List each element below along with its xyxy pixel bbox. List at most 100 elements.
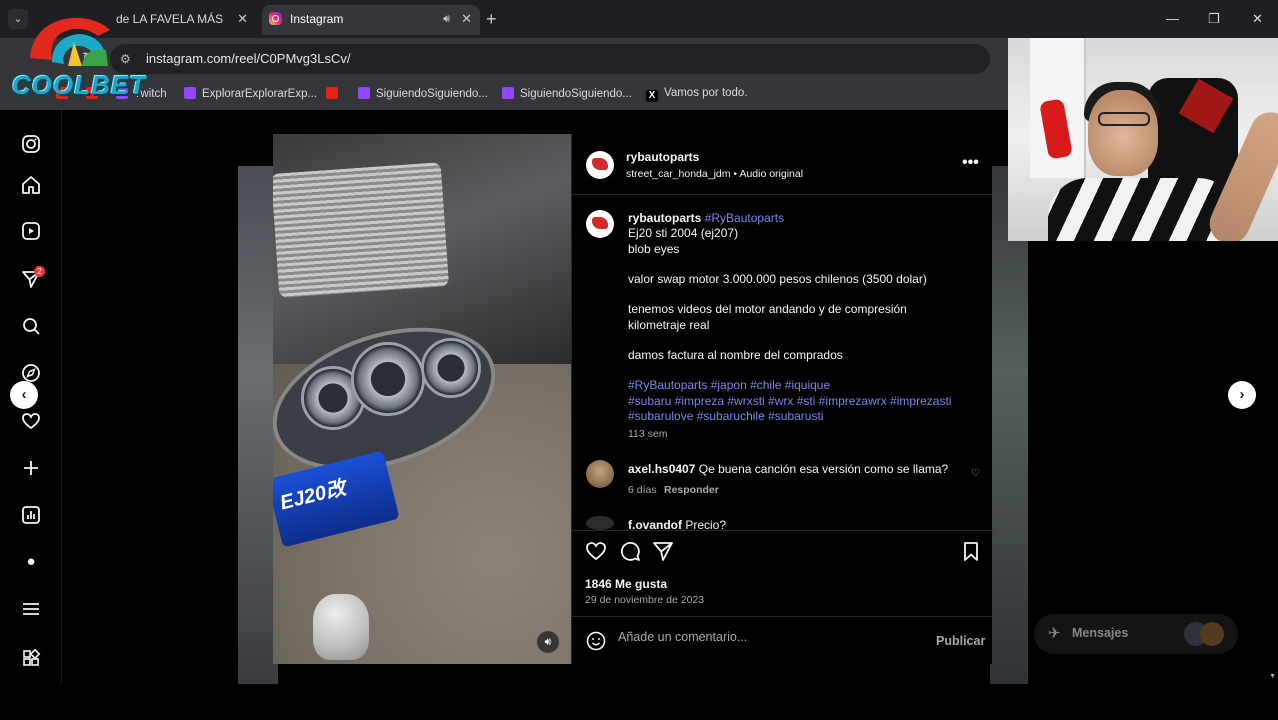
caption-avatar[interactable] bbox=[586, 210, 614, 238]
gauge-image bbox=[351, 342, 425, 416]
caption-tag[interactable]: #RyBautoparts bbox=[705, 211, 784, 225]
author-avatar[interactable] bbox=[586, 151, 614, 179]
share-icon[interactable] bbox=[652, 540, 674, 562]
commenter-avatar[interactable] bbox=[586, 460, 614, 488]
url-text[interactable]: instagram.com/reel/C0PMvg3LsCv/ bbox=[146, 51, 350, 66]
likes-count[interactable]: 1846 Me gusta bbox=[585, 577, 667, 591]
engine-label: EJ20改 bbox=[277, 477, 349, 515]
messages-button[interactable]: ✈ Mensajes bbox=[1034, 614, 1238, 654]
reels-icon[interactable] bbox=[20, 220, 42, 242]
post-panel: rybautoparts street_car_honda_jdm • Audi… bbox=[571, 134, 993, 664]
minimize-icon[interactable]: — bbox=[1166, 9, 1179, 29]
caption-hashtags[interactable]: #subaru #impreza #wrxsti #wrx #sti #impr… bbox=[628, 394, 951, 408]
comment: axel.hs0407 Qe buena canción esa versión… bbox=[628, 462, 948, 476]
intercooler-image bbox=[273, 162, 450, 298]
next-reel-button[interactable]: › bbox=[1228, 381, 1256, 409]
sound-icon[interactable]: 🔊︎ bbox=[537, 631, 559, 653]
comment-username[interactable]: axel.hs0407 bbox=[628, 462, 695, 476]
more-options-icon[interactable]: ••• bbox=[962, 154, 979, 172]
scroll-down-icon[interactable]: ▼ bbox=[1269, 673, 1276, 680]
address-bar-row: ⚙ instagram.com/reel/C0PMvg3LsCv/ bbox=[0, 38, 1008, 80]
webcam-overlay bbox=[1008, 38, 1278, 241]
menu-icon[interactable] bbox=[20, 598, 42, 620]
x-icon: X bbox=[646, 90, 658, 102]
caption-line: Ej20 sti 2004 (ej207) bbox=[628, 226, 739, 240]
audio-separator: • bbox=[733, 168, 738, 180]
like-comment-icon[interactable]: ♡ bbox=[971, 468, 980, 479]
twitch-icon bbox=[502, 87, 514, 99]
twitch-icon bbox=[358, 87, 370, 99]
caption-line: kilometraje real bbox=[628, 318, 710, 332]
logo-graphic bbox=[30, 17, 110, 66]
youtube-bookmark[interactable] bbox=[326, 87, 344, 100]
avatar bbox=[1200, 622, 1224, 646]
background-reel-right bbox=[990, 166, 1028, 684]
audio-info: street_car_honda_jdm • Audio original bbox=[626, 168, 803, 180]
more-icon[interactable] bbox=[20, 647, 42, 669]
bookmark-siguiendo-2[interactable]: SiguiendoSiguiendo... bbox=[502, 87, 632, 100]
close-tab-icon[interactable]: ✕ bbox=[237, 5, 248, 33]
bookmark-siguiendo-1[interactable]: SiguiendoSiguiendo... bbox=[358, 87, 488, 100]
glasses-image bbox=[1098, 112, 1150, 126]
bookmark-x[interactable]: X Vamos por todo. bbox=[646, 87, 748, 102]
emoji-icon[interactable] bbox=[585, 630, 607, 652]
close-tab-icon[interactable]: ✕ bbox=[461, 5, 472, 33]
notifications-icon[interactable] bbox=[20, 410, 42, 432]
face-image bbox=[1088, 90, 1158, 176]
search-icon[interactable] bbox=[20, 315, 42, 337]
home-icon[interactable] bbox=[20, 174, 42, 196]
instagram-logo-icon[interactable] bbox=[20, 133, 42, 155]
notification-badge: 2 bbox=[34, 266, 45, 277]
restore-icon[interactable]: ❐ bbox=[1208, 9, 1220, 29]
previous-reel-button[interactable]: ‹ bbox=[10, 381, 38, 409]
tab-instagram[interactable]: Instagram 🔊︎ ✕ bbox=[262, 5, 480, 35]
bookmark-explorar[interactable]: ExplorarExplorarExp... bbox=[184, 87, 317, 100]
audio-label[interactable]: Audio original bbox=[739, 168, 803, 180]
new-tab-button[interactable]: + bbox=[486, 9, 497, 29]
logo-text: COOLBET bbox=[12, 70, 147, 100]
divider bbox=[572, 530, 993, 531]
comment-time: 6 días bbox=[628, 484, 657, 496]
profile-icon[interactable]: ● bbox=[20, 551, 42, 573]
shoe-image bbox=[313, 594, 369, 660]
tab-title: Instagram bbox=[290, 12, 344, 26]
comment-icon[interactable] bbox=[619, 540, 641, 562]
save-icon[interactable] bbox=[960, 540, 982, 562]
caption-author[interactable]: rybautoparts bbox=[628, 211, 701, 225]
shirt-image bbox=[1048, 178, 1238, 241]
caption-line: damos factura al nombre del comprados bbox=[628, 348, 843, 362]
reel-video[interactable]: EJ20改 🔊︎ bbox=[273, 134, 571, 664]
divider bbox=[572, 616, 993, 617]
bookmark-label: Vamos por todo. bbox=[664, 87, 748, 99]
messages-label: Mensajes bbox=[1072, 626, 1129, 640]
bottom-strip bbox=[0, 684, 1278, 720]
caption-time: 113 sem bbox=[628, 428, 668, 440]
caption-line: blob eyes bbox=[628, 242, 680, 256]
author-username[interactable]: rybautoparts bbox=[626, 150, 699, 164]
post-date: 29 de noviembre de 2023 bbox=[585, 594, 705, 606]
divider bbox=[572, 194, 993, 195]
commenter-avatar[interactable] bbox=[586, 516, 614, 530]
instagram-favicon-icon bbox=[269, 12, 282, 25]
speaker-icon[interactable]: 🔊︎ bbox=[443, 5, 450, 33]
background-reel-left bbox=[238, 166, 278, 684]
like-icon[interactable] bbox=[585, 540, 607, 562]
create-icon[interactable] bbox=[20, 457, 42, 479]
reply-button[interactable]: Responder bbox=[664, 484, 719, 496]
caption-line: tenemos videos del motor andando y de co… bbox=[628, 302, 907, 316]
audio-account[interactable]: street_car_honda_jdm bbox=[626, 168, 730, 180]
dashboard-icon[interactable] bbox=[20, 504, 42, 526]
caption-hashtags[interactable]: #RyBautoparts #japon #chile #iquique bbox=[628, 378, 830, 392]
direct-icon: ✈ bbox=[1048, 625, 1061, 642]
coolbet-logo: COOLBET bbox=[8, 6, 145, 102]
caption-header: rybautoparts #RyBautoparts bbox=[628, 211, 784, 225]
comment-text: Qe buena canción esa versión como se lla… bbox=[698, 462, 949, 476]
caption-hashtags[interactable]: #subarulove #subaruchile #subarusti bbox=[628, 409, 823, 423]
publish-button[interactable]: Publicar bbox=[936, 634, 985, 648]
omnibox[interactable]: ⚙ instagram.com/reel/C0PMvg3LsCv/ bbox=[110, 44, 990, 74]
twitch-icon bbox=[184, 87, 196, 99]
comment-input[interactable] bbox=[618, 630, 918, 644]
youtube-icon bbox=[326, 87, 338, 99]
bookmarks-bar: Twitch ExplorarExplorarExp... SiguiendoS… bbox=[0, 80, 1008, 110]
close-window-icon[interactable]: ✕ bbox=[1252, 9, 1263, 29]
